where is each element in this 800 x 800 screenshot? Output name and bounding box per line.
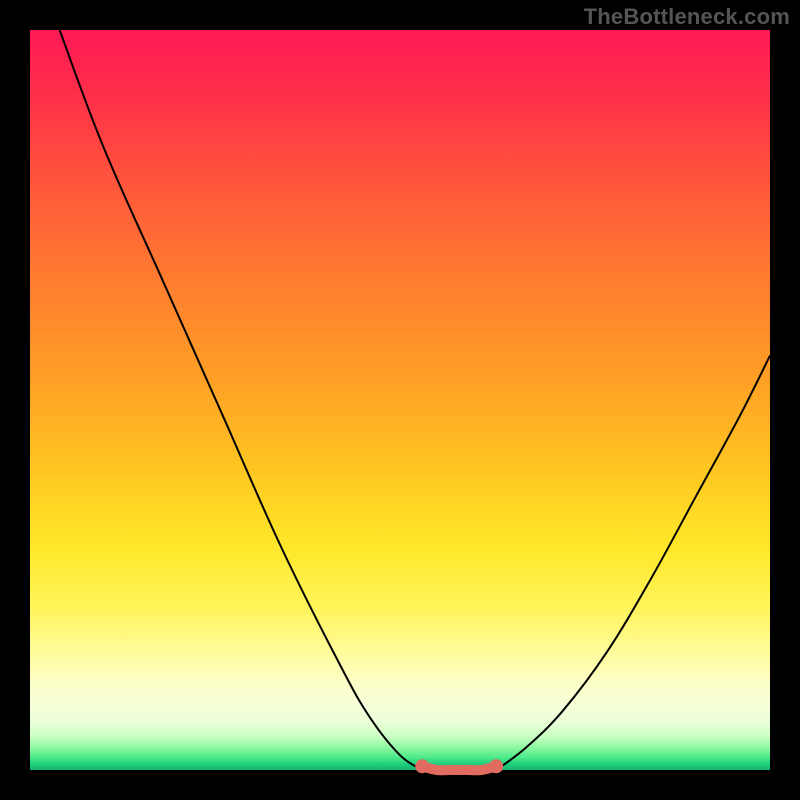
trough-end-right <box>489 759 503 773</box>
left-curve <box>60 30 423 770</box>
chart-frame: TheBottleneck.com <box>0 0 800 800</box>
curve-layer <box>30 30 770 770</box>
plot-area <box>30 30 770 770</box>
right-curve <box>496 356 770 770</box>
trough-end-left <box>415 759 429 773</box>
trough-segment <box>422 766 496 770</box>
watermark-text: TheBottleneck.com <box>584 4 790 30</box>
